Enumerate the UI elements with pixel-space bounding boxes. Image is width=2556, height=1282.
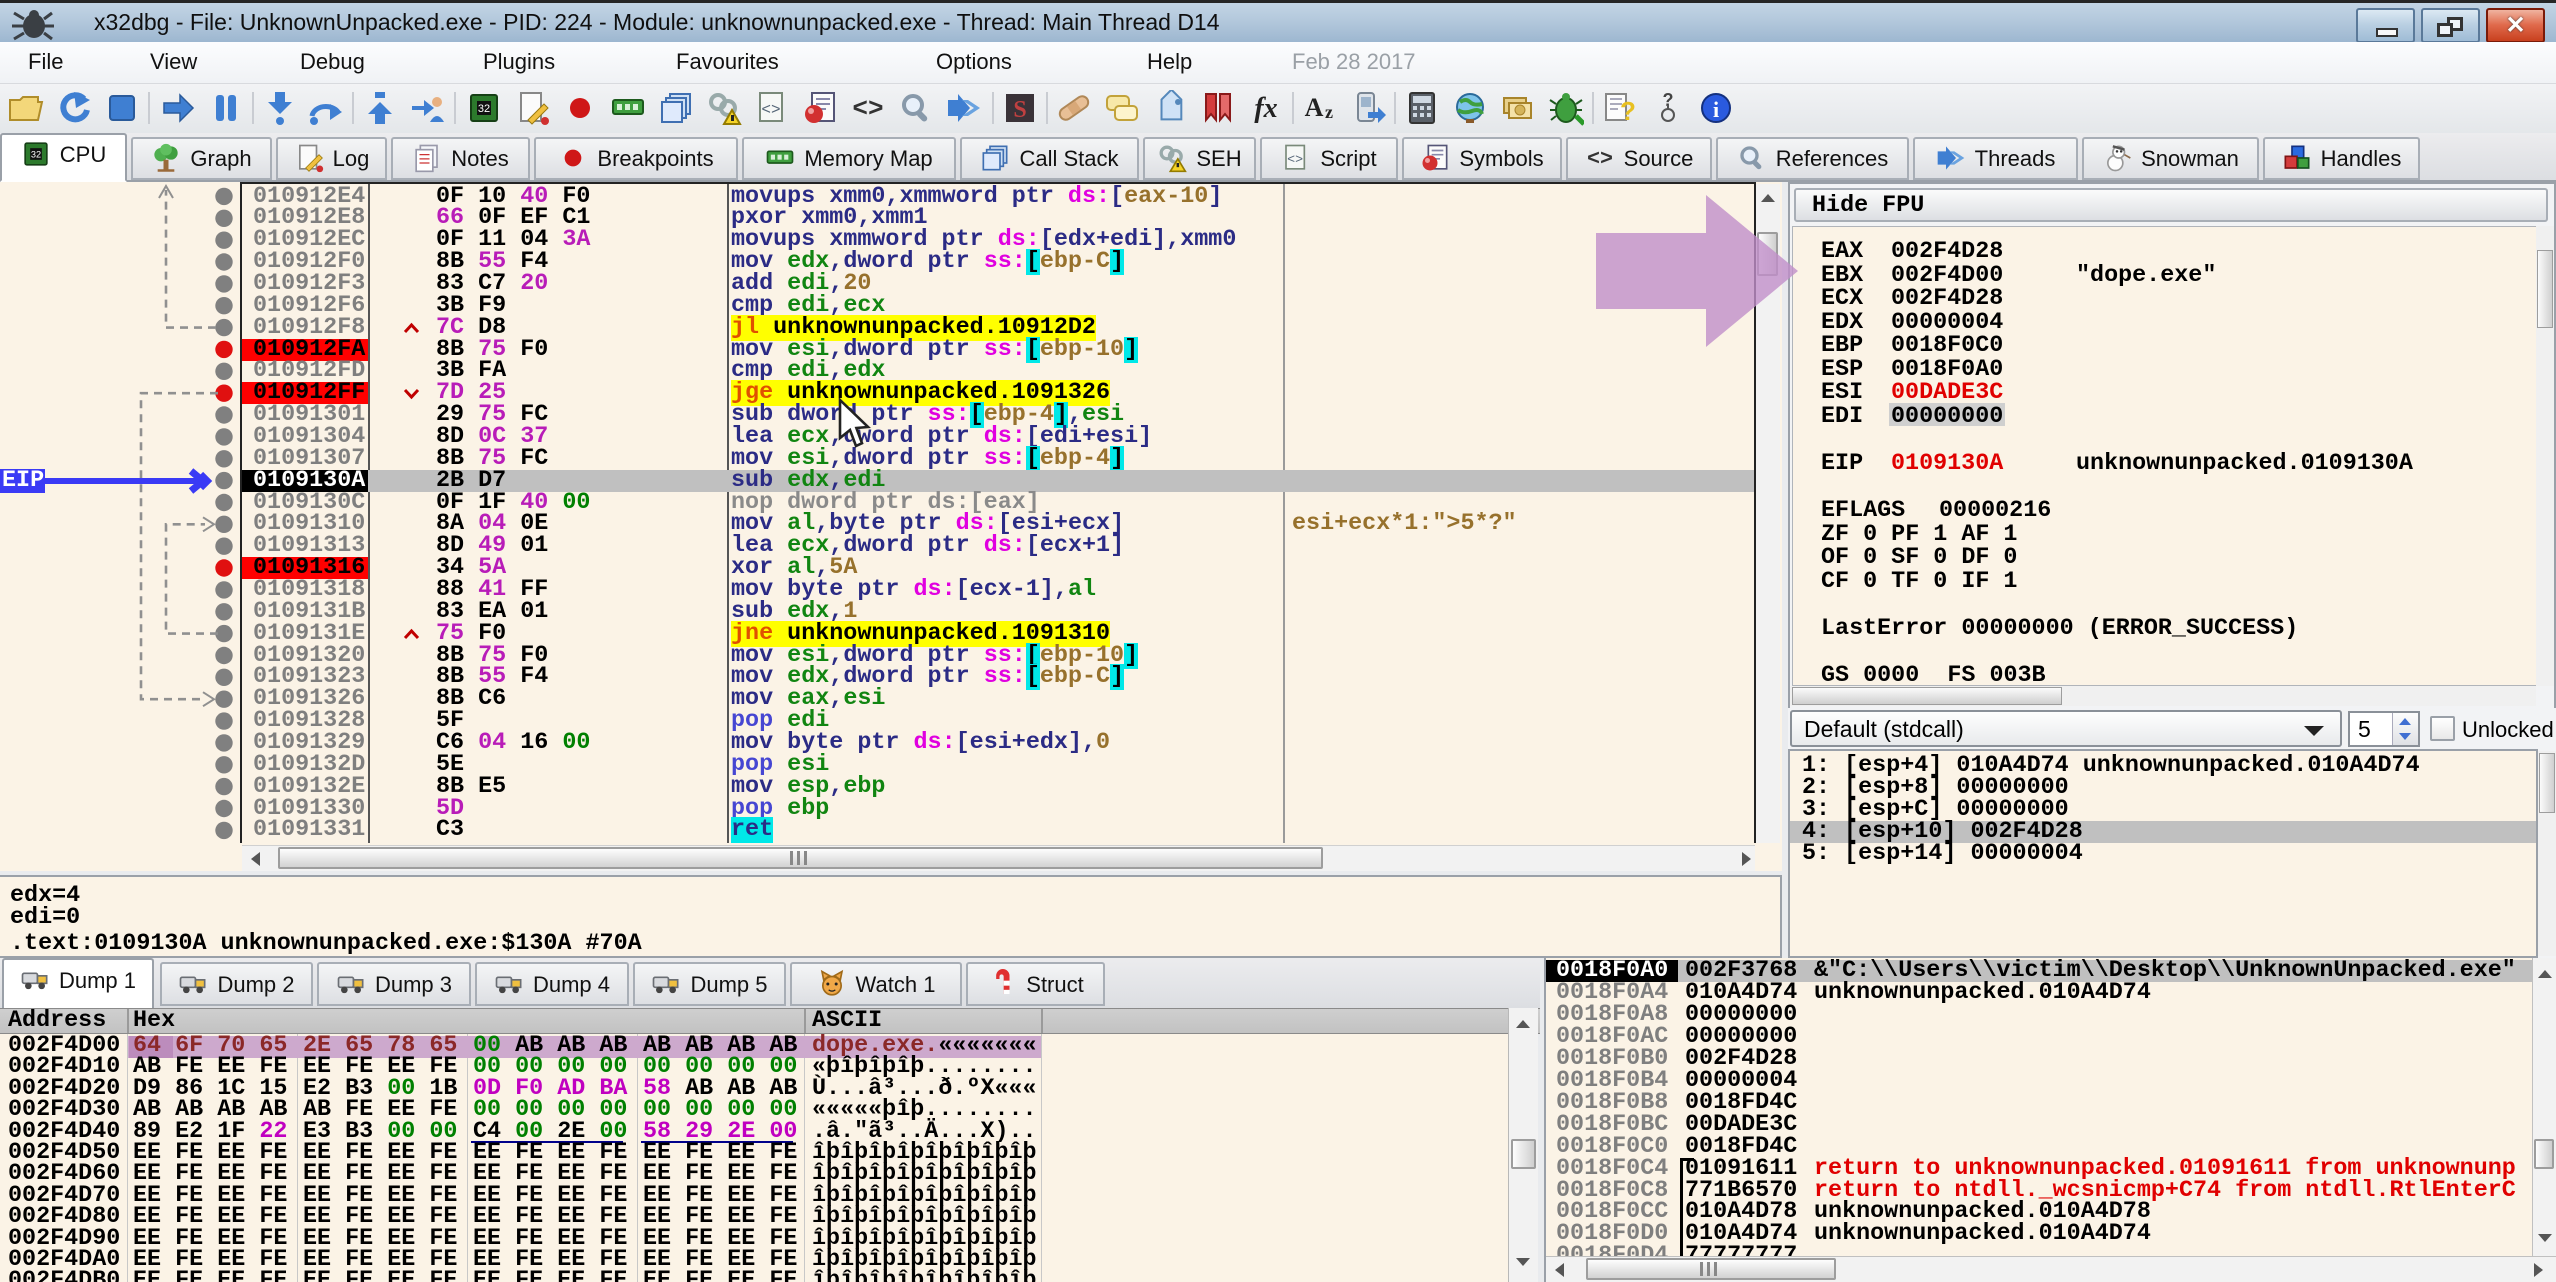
svg-text:<>: <>	[852, 94, 883, 124]
svg-text:fx: fx	[1254, 93, 1277, 124]
svg-text:<>: <>	[761, 101, 780, 119]
svg-text:S: S	[1013, 97, 1026, 123]
svg-text:32: 32	[478, 103, 490, 115]
svg-text:<>: <>	[1288, 153, 1304, 168]
svg-text:<>: <>	[1587, 147, 1613, 172]
svg-text:i: i	[1713, 97, 1719, 122]
svg-text:z: z	[1325, 102, 1333, 122]
svg-text:A: A	[1305, 93, 1324, 122]
svg-text:?: ?	[1620, 96, 1636, 126]
svg-text:32: 32	[31, 149, 41, 159]
